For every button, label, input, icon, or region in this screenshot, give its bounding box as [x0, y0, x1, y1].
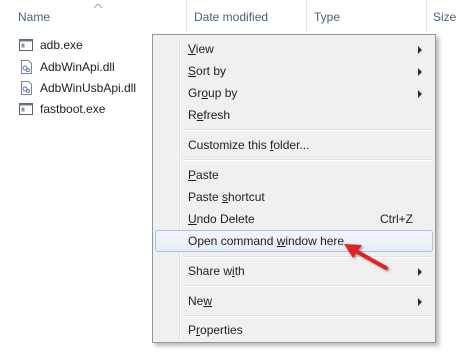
file-item[interactable]: fastboot.exe [18, 99, 105, 119]
menu-item-label: Open command window here [188, 234, 345, 248]
menu-item-label: New [188, 294, 213, 308]
menu-item-label: Customize this folder... [188, 138, 310, 152]
menu-item-label: Paste [188, 168, 219, 182]
menu-item-paste-shortcut[interactable]: Paste shortcut [155, 186, 433, 208]
column-name[interactable]: Name [18, 10, 50, 24]
menu-separator [183, 130, 433, 131]
file-item[interactable]: adb.exe [18, 35, 83, 55]
red-arrow-icon [344, 244, 388, 270]
menu-item-label: Paste shortcut [188, 190, 265, 204]
menu-item-new[interactable]: New [155, 290, 433, 312]
column-divider[interactable] [186, 0, 187, 32]
menu-item-sort-by[interactable]: Sort by [155, 60, 433, 82]
column-type[interactable]: Type [314, 10, 340, 24]
menu-item-label: Group by [188, 86, 238, 100]
file-name: AdbWinApi.dll [40, 60, 115, 74]
menu-separator [183, 286, 433, 287]
submenu-arrow-icon [418, 68, 422, 76]
menu-separator [183, 316, 433, 317]
file-name: adb.exe [40, 38, 83, 52]
menu-item-label: Refresh [188, 108, 231, 122]
column-divider[interactable] [306, 0, 307, 32]
menu-item-group-by[interactable]: Group by [155, 82, 433, 104]
column-divider[interactable] [426, 0, 427, 32]
exe-icon [18, 37, 34, 53]
exe-icon [18, 101, 34, 117]
menu-item-customize-folder[interactable]: Customize this folder... [155, 134, 433, 156]
file-name: fastboot.exe [40, 102, 106, 116]
menu-item-refresh[interactable]: Refresh [155, 104, 433, 126]
dll-icon [18, 80, 34, 96]
sort-ascending-icon [94, 3, 102, 8]
column-size[interactable]: Size [433, 10, 456, 24]
file-item[interactable]: AdbWinApi.dll [18, 57, 115, 77]
dll-icon [18, 59, 34, 75]
context-menu: View Sort by Group by Refresh Customize … [152, 34, 436, 343]
menu-item-properties[interactable]: Properties [155, 319, 433, 341]
file-item[interactable]: AdbWinUsbApi.dll [18, 78, 136, 98]
menu-item-label: Properties [188, 323, 243, 337]
menu-item-paste[interactable]: Paste [155, 164, 433, 186]
column-header: Name Date modified Type Size [0, 0, 466, 32]
submenu-arrow-icon [418, 90, 422, 98]
submenu-arrow-icon [418, 46, 422, 54]
menu-item-label: Share with [188, 264, 245, 278]
file-name: AdbWinUsbApi.dll [40, 81, 137, 95]
menu-item-label: View [188, 42, 214, 56]
submenu-arrow-icon [418, 268, 422, 276]
menu-item-undo-delete[interactable]: Undo Delete Ctrl+Z [155, 208, 433, 230]
menu-item-view[interactable]: View [155, 38, 433, 60]
menu-separator [183, 160, 433, 161]
menu-item-label: Sort by [188, 64, 227, 78]
menu-item-label: Undo Delete [188, 212, 255, 226]
submenu-arrow-icon [418, 298, 422, 306]
menu-item-shortcut: Ctrl+Z [380, 212, 413, 226]
column-date-modified[interactable]: Date modified [194, 10, 268, 24]
